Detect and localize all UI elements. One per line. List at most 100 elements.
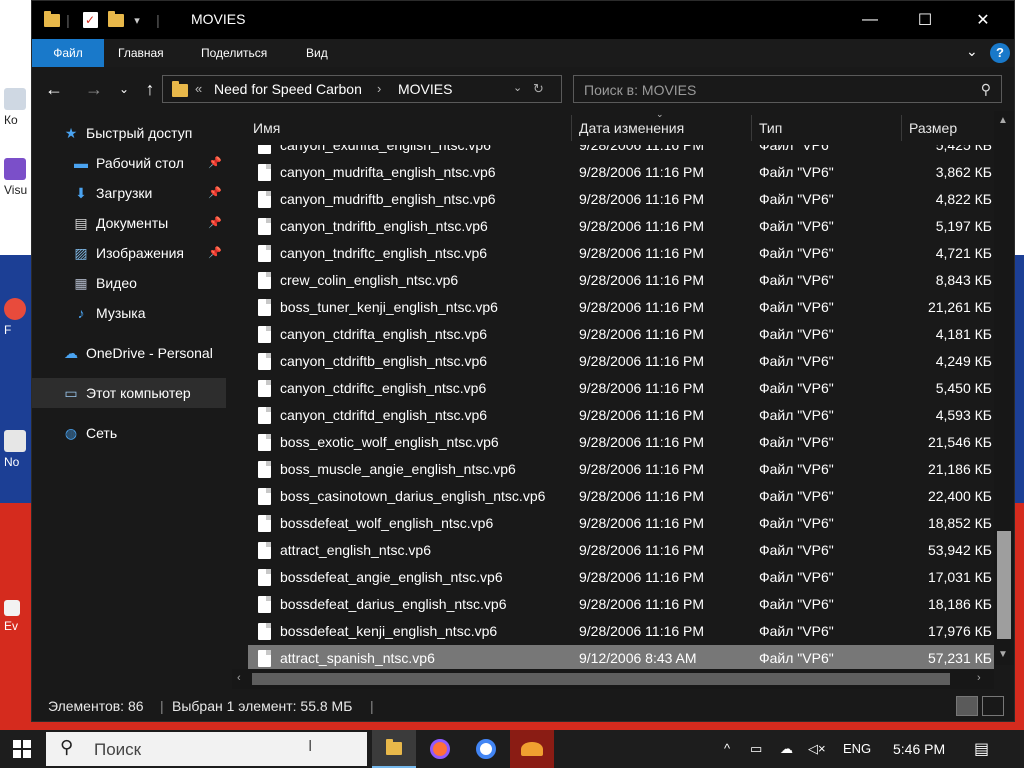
desktop-shortcut[interactable]: Visu [4,158,32,197]
desktop-shortcut[interactable]: Ev [4,600,32,633]
tab-view[interactable]: Вид [306,39,328,67]
pin-icon[interactable]: 📌 [208,186,222,199]
video-icon: ▦ [74,274,88,291]
sidebar-item[interactable]: ▦ Видео [32,268,226,298]
file-explorer-icon[interactable] [372,730,416,768]
pin-icon[interactable]: 📌 [208,246,222,259]
tab-home[interactable]: Главная [118,39,164,67]
desktop-shortcut[interactable]: Ко [4,88,32,127]
table-row[interactable]: canyon_tndriftb_english_ntsc.vp6 9/28/200… [248,213,994,240]
desktop-shortcut[interactable]: No [4,430,32,469]
sidebar-item[interactable]: ★ Быстрый доступ [32,118,226,148]
onedrive-tray-icon[interactable]: ☁ [780,741,793,757]
network-tray-icon[interactable]: ▭ [750,741,762,757]
language-indicator[interactable]: ENG [843,741,871,756]
table-row[interactable]: boss_muscle_angie_english_ntsc.vp6 9/28/2… [248,456,994,483]
recent-locations-icon[interactable]: ⌄ [112,77,136,101]
file-name: boss_casinotown_darius_english_ntsc.vp6 [280,488,546,504]
sidebar-item[interactable]: ⬇ Загрузки 📌 [32,178,226,208]
table-row[interactable]: canyon_mudriftb_english_ntsc.vp6 9/28/200… [248,186,994,213]
new-folder-icon[interactable] [106,10,126,30]
column-size[interactable]: Размер [909,120,957,136]
pin-icon[interactable]: 📌 [208,216,222,229]
close-button[interactable]: ✕ [954,1,1012,39]
sidebar-item[interactable]: ▭ Этот компьютер [32,378,226,408]
column-divider[interactable] [901,115,902,141]
table-row[interactable]: canyon_tndriftc_english_ntsc.vp6 9/28/200… [248,240,994,267]
table-row[interactable]: canyon_ctdrifta_english_ntsc.vp6 9/28/200… [248,321,994,348]
sidebar-item[interactable]: ☁ OneDrive - Personal [32,338,226,368]
sidebar-item[interactable]: ▤ Документы 📌 [32,208,226,238]
customize-quick-access-icon[interactable]: ▾ [130,10,144,30]
help-icon[interactable]: ? [990,43,1010,63]
forward-icon[interactable]: → [82,77,106,101]
address-history-icon[interactable]: ⌄ [513,81,522,94]
show-hidden-icons-icon[interactable]: ^ [724,741,730,756]
table-row[interactable]: bossdefeat_kenji_english_ntsc.vp6 9/28/20… [248,618,994,645]
table-row[interactable]: canyon_ctdriftb_english_ntsc.vp6 9/28/200… [248,348,994,375]
taskbar-search-input[interactable]: Поиск [94,740,141,760]
pin-icon[interactable]: 📌 [208,156,222,169]
table-row[interactable]: bossdefeat_wolf_english_ntsc.vp6 9/28/200… [248,510,994,537]
sidebar-item-label: Сеть [86,425,118,441]
vertical-scrollbar[interactable]: ▲ ▼ [994,111,1014,665]
scroll-up-icon[interactable]: ▲ [998,115,1008,126]
clock[interactable]: 5:46 PM [893,741,945,757]
tab-file[interactable]: Файл [32,39,104,67]
scroll-right-icon[interactable]: › [977,672,981,684]
table-row[interactable]: canyon_ctdriftd_english_ntsc.vp6 9/28/200… [248,402,994,429]
file-type: Файл "VP6" [759,596,834,612]
column-name[interactable]: Имя [253,120,280,136]
file-name: canyon_tndriftb_english_ntsc.vp6 [280,218,488,234]
tab-share[interactable]: Поделиться [201,39,267,67]
title-bar[interactable]: | ✓ ▾ | MOVIES — ☐ ✕ [32,1,1014,39]
expand-ribbon-icon[interactable]: ⌄ [966,43,978,60]
sidebar-item[interactable]: ▬ Рабочий стол 📌 [32,148,226,178]
file-type: Файл "VP6" [759,515,834,531]
table-row[interactable]: bossdefeat_darius_english_ntsc.vp6 9/28/2… [248,591,994,618]
search-input[interactable]: Поиск в: MOVIES [584,82,696,98]
table-row[interactable]: attract_english_ntsc.vp6 9/28/2006 11:16 … [248,537,994,564]
game-app-icon[interactable] [510,730,554,768]
breadcrumb-chevron-icon[interactable]: › [377,81,381,96]
chrome-icon[interactable] [464,730,508,768]
table-row[interactable]: crew_colin_english_ntsc.vp6 9/28/2006 11:… [248,267,994,294]
vertical-scroll-thumb[interactable] [997,531,1011,639]
maximize-button[interactable]: ☐ [896,1,954,39]
firefox-icon[interactable] [418,730,462,768]
column-divider[interactable] [571,115,572,141]
notifications-icon[interactable]: ▤ [974,739,989,759]
scroll-left-icon[interactable]: ‹ [237,672,241,684]
horizontal-scrollbar[interactable]: ‹ › [232,669,994,689]
table-row[interactable]: canyon_ctdriftc_english_ntsc.vp6 9/28/200… [248,375,994,402]
details-view-icon[interactable] [956,696,978,716]
desktop-shortcut[interactable]: F [4,298,32,337]
back-icon[interactable]: ← [42,77,66,101]
table-row[interactable]: boss_casinotown_darius_english_ntsc.vp6 9… [248,483,994,510]
breadcrumb-parent[interactable]: Need for Speed Carbon [214,81,362,97]
up-icon[interactable]: ↑ [138,77,162,101]
sidebar-item[interactable]: ▨ Изображения 📌 [32,238,226,268]
table-row[interactable]: boss_exotic_wolf_english_ntsc.vp6 9/28/20… [248,429,994,456]
large-icons-view-icon[interactable] [982,696,1004,716]
properties-icon[interactable]: ✓ [80,10,100,30]
column-date[interactable]: Дата изменения [579,120,684,136]
breadcrumb-current[interactable]: MOVIES [398,81,452,97]
taskbar-search-box[interactable]: ⚲ Поиск I [46,732,367,766]
table-row[interactable]: bossdefeat_angie_english_ntsc.vp6 9/28/20… [248,564,994,591]
minimize-button[interactable]: — [841,1,899,39]
sidebar-item[interactable]: ◍ Сеть [32,418,226,448]
column-divider[interactable] [751,115,752,141]
table-row[interactable]: attract_spanish_ntsc.vp6 9/12/2006 8:43 A… [248,645,994,672]
refresh-icon[interactable]: ↻ [533,81,544,97]
start-button[interactable] [0,730,44,768]
table-row[interactable]: boss_tuner_kenji_english_ntsc.vp6 9/28/20… [248,294,994,321]
sidebar-item[interactable]: ♪ Музыка [32,298,226,328]
scroll-down-icon[interactable]: ▼ [998,649,1008,660]
table-row[interactable]: canyon_mudrifta_english_ntsc.vp6 9/28/200… [248,159,994,186]
column-type[interactable]: Тип [759,120,782,136]
search-box[interactable]: Поиск в: MOVIES ⚲ [573,75,1002,103]
horizontal-scroll-thumb[interactable] [252,673,950,685]
volume-muted-icon[interactable]: ◁× [808,741,826,757]
address-bar[interactable]: « Need for Speed Carbon › MOVIES ⌄ ↻ [162,75,562,103]
